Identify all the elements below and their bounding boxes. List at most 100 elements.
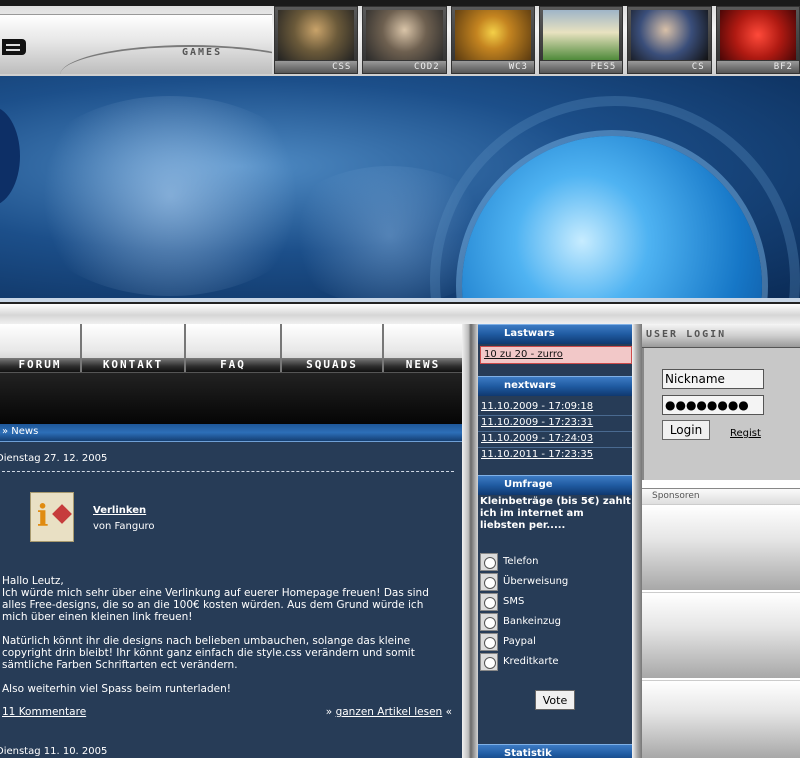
main-content: FORUM KONTAKT FAQ SQUADS NEWS » News Die… <box>0 324 462 758</box>
poll-option[interactable]: Paypal <box>480 633 630 651</box>
password-input[interactable] <box>662 395 764 415</box>
nav-label: FAQ <box>220 358 246 371</box>
game-thumbnail <box>719 10 796 60</box>
lastwars-title: Lastwars <box>504 328 555 339</box>
login-title: USER LOGIN <box>646 329 727 340</box>
poll-option[interactable]: SMS <box>480 593 630 611</box>
login-form: Login Regist <box>642 348 800 480</box>
poll-option[interactable]: Kreditkarte <box>480 653 630 671</box>
nav-label: KONTAKT <box>102 358 164 371</box>
game-tab-bf2[interactable]: BF2 <box>715 6 800 74</box>
radio-button[interactable] <box>480 553 498 571</box>
nickname-input[interactable] <box>662 369 764 389</box>
poll-option-label: SMS <box>503 596 525 607</box>
poll-option-label: Bankeinzug <box>503 616 561 627</box>
game-tab-label: CSS <box>332 62 352 72</box>
game-thumbnail <box>366 10 443 60</box>
column-separator <box>462 324 478 758</box>
post-paragraph: Hallo Leutz, Ich würde mich sehr über ei… <box>2 575 429 623</box>
nav-label: FORUM <box>18 358 62 371</box>
nextwar-link[interactable]: 11.10.2009 - 17:24:03 <box>481 433 593 444</box>
sponsors-title: Sponsoren <box>652 491 700 501</box>
poll-option-label: Telefon <box>503 556 539 567</box>
post-date: Dienstag 27. 12. 2005 <box>0 453 108 464</box>
sponsor-banner[interactable] <box>642 592 800 678</box>
game-tab-wc3[interactable]: WC3 <box>450 6 535 74</box>
nextwars-header: nextwars <box>478 376 632 396</box>
game-tab-cod2[interactable]: COD2 <box>362 6 447 74</box>
radio-button[interactable] <box>480 593 498 611</box>
nav-item-squads[interactable]: SQUADS <box>282 324 384 372</box>
sidebar-right: USER LOGIN Login Regist Sponsoren <box>642 324 800 758</box>
nextwar-link[interactable]: 11.10.2011 - 17:23:35 <box>481 449 593 460</box>
login-header: USER LOGIN <box>642 324 800 348</box>
radio-button[interactable] <box>480 653 498 671</box>
lastwars-header: Lastwars <box>478 324 632 344</box>
nav-item-kontakt[interactable]: KONTAKT <box>82 324 186 372</box>
poll-option-label: Paypal <box>503 636 536 647</box>
post-date: Dienstag 11. 10. 2005 <box>0 746 108 757</box>
radio-button[interactable] <box>480 573 498 591</box>
game-thumbnail <box>278 10 355 60</box>
game-tab-label: BF2 <box>773 62 793 72</box>
news-list: Dienstag 27. 12. 2005 i Verlinken von Fa… <box>0 442 460 758</box>
game-tab-css[interactable]: CSS <box>274 6 359 74</box>
nav-item-faq[interactable]: FAQ <box>186 324 282 372</box>
nav-item-news[interactable]: NEWS <box>384 324 462 372</box>
read-more: » ganzen Artikel lesen « <box>325 706 452 718</box>
poll-option[interactable]: Telefon <box>480 553 630 571</box>
sidebar-middle: Lastwars 10 zu 20 - zurro nextwars 11.10… <box>478 324 632 758</box>
nav-shadow-bar <box>0 372 462 424</box>
site-logo[interactable]: GAMES <box>0 14 272 74</box>
read-more-link[interactable]: ganzen Artikel lesen <box>336 706 443 718</box>
news-section-label: » News <box>2 426 39 437</box>
nav-item-forum[interactable]: FORUM <box>0 324 82 372</box>
nextwar-link[interactable]: 11.10.2009 - 17:09:18 <box>481 401 593 412</box>
radio-button[interactable] <box>480 633 498 651</box>
main-nav: FORUM KONTAKT FAQ SQUADS NEWS <box>0 324 462 372</box>
comments-link[interactable]: 11 Kommentare <box>2 706 86 718</box>
game-tab-label: PES5 <box>590 62 617 72</box>
poll-option-label: Überweisung <box>503 576 569 587</box>
sponsor-banner[interactable] <box>642 680 800 758</box>
game-tab-label: WC3 <box>508 62 528 72</box>
games-label: GAMES <box>182 47 223 58</box>
game-tab-label: CS <box>691 62 705 72</box>
logo-swoosh <box>60 45 272 74</box>
stats-header: Statistik <box>478 744 632 758</box>
login-button[interactable]: Login <box>662 420 710 440</box>
banner-divider <box>0 302 800 324</box>
poll-option[interactable]: Bankeinzug <box>480 613 630 631</box>
game-tab-label: COD2 <box>413 62 440 72</box>
poll-title: Umfrage <box>504 479 553 490</box>
nextwar-link[interactable]: 11.10.2009 - 17:23:31 <box>481 417 593 428</box>
post-author: von Fanguro <box>93 521 155 532</box>
nextwars-title: nextwars <box>504 380 557 391</box>
poll-header: Umfrage <box>478 475 632 495</box>
nav-label: NEWS <box>405 358 441 371</box>
lastwar-item[interactable]: 10 zu 20 - zurro <box>480 346 632 364</box>
column-separator <box>632 324 642 758</box>
header-banner <box>0 76 800 302</box>
post-category-icon: i <box>30 492 74 542</box>
game-thumbnail <box>454 10 531 60</box>
register-link[interactable]: Regist <box>730 428 761 439</box>
post-paragraph: Also weiterhin viel Spass beim runterlad… <box>2 683 231 695</box>
post-title[interactable]: Verlinken <box>93 505 146 516</box>
post-body: Hallo Leutz, Ich würde mich sehr über ei… <box>2 575 448 707</box>
lastwar-link[interactable]: 10 zu 20 - zurro <box>484 349 563 360</box>
game-thumbnail <box>542 10 620 60</box>
game-tab-cs[interactable]: CS <box>627 6 712 74</box>
game-thumbnail <box>631 10 708 60</box>
sponsors-header: Sponsoren <box>642 488 800 504</box>
poll-question: Kleinbeträge (bis 5€) zahlt ich im inter… <box>480 496 631 531</box>
post-paragraph: Natürlich könnt ihr die designs nach bel… <box>2 635 415 671</box>
logo-icon <box>2 39 26 55</box>
radio-button[interactable] <box>480 613 498 631</box>
poll-option[interactable]: Überweisung <box>480 573 630 591</box>
game-tab-pes5[interactable]: PES5 <box>538 6 624 74</box>
game-tabs: CSS COD2 WC3 PES5 CS BF2 <box>274 6 800 74</box>
vote-button[interactable]: Vote <box>535 690 575 710</box>
site-header: GAMES CSS COD2 WC3 PES5 CS BF2 <box>0 0 800 76</box>
sponsor-banner[interactable] <box>642 504 800 590</box>
